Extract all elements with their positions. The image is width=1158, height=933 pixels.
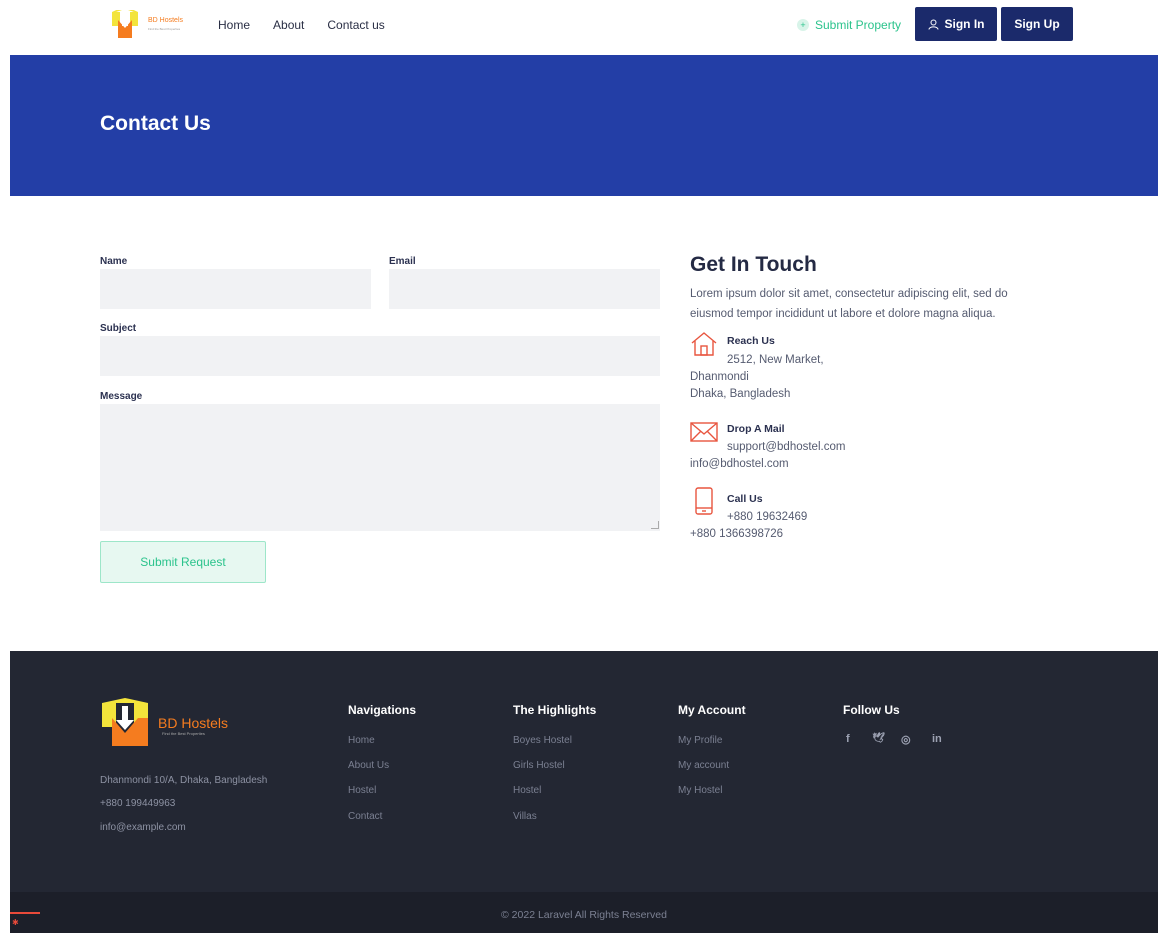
debug-icon: ✱ <box>12 918 19 927</box>
get-in-touch-description: Lorem ipsum dolor sit amet, consectetur … <box>690 288 1008 320</box>
submit-property-link[interactable]: + Submit Property <box>797 18 901 32</box>
message-label: Message <box>100 391 143 402</box>
footer-logo[interactable]: BD Hostels Find the Best Properties <box>100 698 250 750</box>
call-line1: +880 19632469 <box>727 511 808 523</box>
call-us-title: Call Us <box>727 493 763 505</box>
footer-logo-house-icon <box>102 698 148 746</box>
nav-contact[interactable]: Contact us <box>327 18 384 32</box>
user-icon <box>928 19 938 30</box>
instagram-icon[interactable]: ◎ <box>901 733 911 746</box>
name-label: Name <box>100 256 128 267</box>
message-textarea[interactable] <box>100 404 660 531</box>
call-line2: +880 1366398726 <box>690 528 784 540</box>
footer-link-my-hostel[interactable]: My Hostel <box>678 785 722 796</box>
sign-in-button[interactable]: Sign In <box>915 7 997 41</box>
site-footer: BD Hostels Find the Best Properties Dhan… <box>10 651 1158 892</box>
name-field[interactable] <box>100 269 371 309</box>
footer-link-home[interactable]: Home <box>348 735 375 746</box>
sign-up-button[interactable]: Sign Up <box>1001 7 1073 41</box>
footer-follow-title: Follow Us <box>843 703 900 717</box>
reach-us-line2: Dhanmondi <box>690 371 749 383</box>
phone-icon <box>695 487 713 515</box>
sign-up-label: Sign Up <box>1014 17 1060 31</box>
header-logo[interactable]: BD Hostels Find the Best Properties <box>110 10 200 40</box>
copyright-text: © 2022 Laravel All Rights Reserved <box>501 909 667 921</box>
mail-icon <box>690 422 718 442</box>
footer-link-my-profile[interactable]: My Profile <box>678 735 722 746</box>
main-nav: Home About Contact us <box>218 18 385 32</box>
subject-field[interactable] <box>100 336 660 376</box>
page-title: Contact Us <box>100 112 211 135</box>
footer-link-my-account[interactable]: My account <box>678 760 729 771</box>
facebook-icon[interactable]: f <box>846 733 850 745</box>
submit-request-button[interactable]: Submit Request <box>100 541 266 583</box>
reach-us-line3: Dhaka, Bangladesh <box>690 388 791 400</box>
footer-link-hostel-2[interactable]: Hostel <box>513 785 541 796</box>
footer-email: info@example.com <box>100 822 186 833</box>
footer-address: Dhanmondi 10/A, Dhaka, Bangladesh <box>100 775 268 786</box>
reach-us-title: Reach Us <box>727 335 775 347</box>
email-field[interactable] <box>389 269 660 309</box>
footer-highlights-title: The Highlights <box>513 703 597 717</box>
header-logo-text: BD Hostels <box>148 17 184 24</box>
home-icon <box>691 332 717 356</box>
footer-link-boyes-hostel[interactable]: Boyes Hostel <box>513 735 572 746</box>
footer-link-villas[interactable]: Villas <box>513 811 537 822</box>
header-logo-tagline: Find the Best Properties <box>148 27 181 31</box>
footer-link-hostel[interactable]: Hostel <box>348 785 376 796</box>
footer-link-about[interactable]: About Us <box>348 760 389 771</box>
footer-phone: +880 199449963 <box>100 798 176 809</box>
twitter-icon[interactable]: 🕊 <box>872 733 885 744</box>
footer-logo-tagline: Find the Best Properties <box>162 731 205 736</box>
sign-in-label: Sign In <box>944 17 985 31</box>
footer-account-title: My Account <box>678 703 746 717</box>
mail-line2: info@bdhostel.com <box>690 458 789 470</box>
plus-circle-icon: + <box>797 19 809 31</box>
footer-link-girls-hostel[interactable]: Girls Hostel <box>513 760 565 771</box>
footer-logo-text: BD Hostels <box>158 715 229 731</box>
logo-house-icon <box>112 10 138 38</box>
email-label: Email <box>389 256 416 267</box>
footer-navigations-title: Navigations <box>348 703 417 717</box>
subject-label: Subject <box>100 323 137 334</box>
footer-bottom-bar: © 2022 Laravel All Rights Reserved <box>10 892 1158 933</box>
get-in-touch-title: Get In Touch <box>690 253 817 276</box>
drop-mail-title: Drop A Mail <box>727 423 785 435</box>
footer-link-contact[interactable]: Contact <box>348 811 382 822</box>
mail-line1: support@bdhostel.com <box>727 441 846 453</box>
resize-handle-icon[interactable] <box>651 521 659 529</box>
nav-about[interactable]: About <box>273 18 304 32</box>
nav-home[interactable]: Home <box>218 18 250 32</box>
corner-debug-badge[interactable]: ✱ <box>10 912 40 933</box>
reach-us-line1: 2512, New Market, <box>727 354 824 366</box>
linkedin-icon[interactable]: in <box>932 733 942 745</box>
submit-property-label: Submit Property <box>815 18 902 32</box>
top-header: BD Hostels Find the Best Properties Home… <box>10 0 1158 54</box>
page-banner: Contact Us <box>10 55 1158 196</box>
